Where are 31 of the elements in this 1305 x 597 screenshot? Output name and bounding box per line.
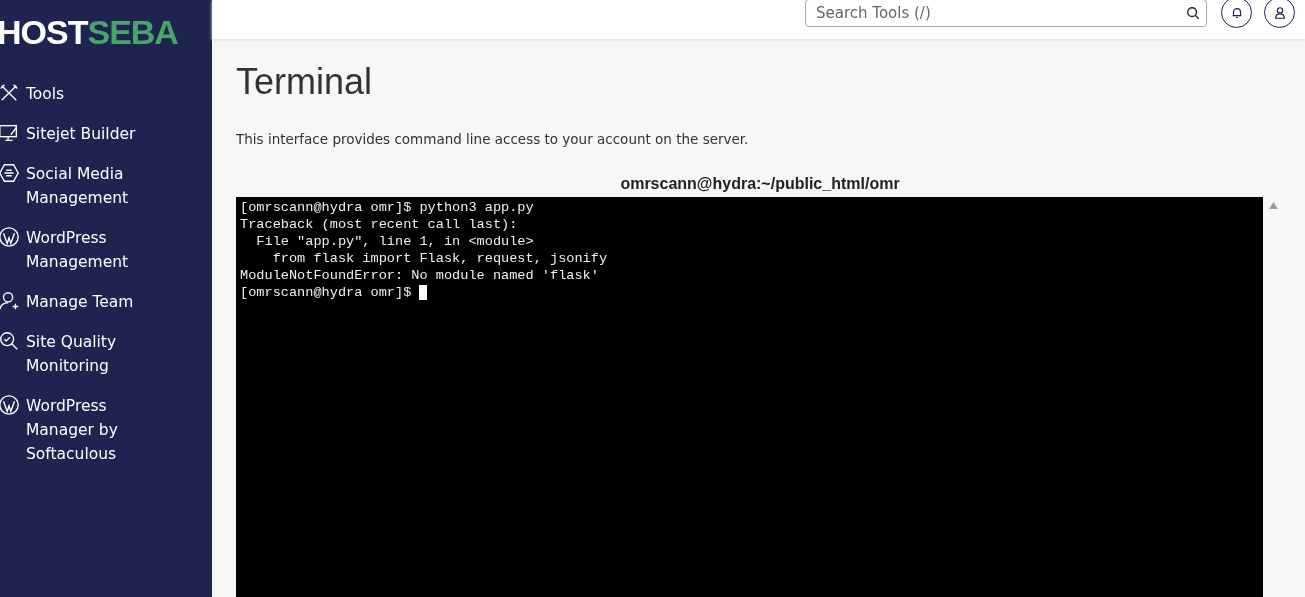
- cursor: [419, 285, 428, 300]
- terminal-line: [omrscann@hydra omr]$ python3 app.py: [240, 199, 535, 216]
- sidebar-item[interactable]: Manage Team: [0, 290, 212, 330]
- magnifier-check-icon: [0, 330, 20, 352]
- terminal-prompt: [omrscann@hydra omr]$: [240, 284, 413, 301]
- sidebar-item[interactable]: Social Media Management: [0, 162, 212, 226]
- sidebar-item[interactable]: Tools: [0, 82, 212, 122]
- page-description: This interface provides command line access to your account on the server.: [236, 131, 750, 147]
- sidebar-item[interactable]: WordPress Manager by Softaculous: [0, 394, 212, 482]
- monitor-icon: [0, 122, 20, 144]
- sidebar-item[interactable]: Site Quality Monitoring: [0, 330, 212, 394]
- terminal-line: Traceback (most recent call last):: [240, 216, 519, 233]
- wordpress-icon: [0, 226, 20, 248]
- user-icon: [1272, 5, 1287, 20]
- search-input[interactable]: Search Tools (/): [814, 2, 1186, 23]
- page-title: Terminal: [236, 61, 374, 103]
- user-add-icon: [0, 290, 20, 312]
- terminal-line: ModuleNotFoundError: No module named 'flask': [240, 267, 600, 284]
- scroll-up-icon[interactable]: [1269, 202, 1278, 209]
- search-icon[interactable]: [1186, 5, 1200, 20]
- logo[interactable]: HOSTSEBA: [0, 12, 212, 52]
- sidebar-item[interactable]: WordPress Management: [0, 226, 212, 290]
- hexagon-icon: [0, 162, 20, 184]
- terminal-line: File "app.py", line 1, in <module>: [255, 233, 535, 250]
- terminal-line: from flask import Flask, request, jsonify: [271, 250, 609, 267]
- wordpress-icon: [0, 394, 20, 416]
- terminal-title: omrscann@hydra:~/public_html/omr: [619, 175, 901, 193]
- search-field[interactable]: Search Tools (/): [805, 0, 1207, 27]
- notifications-button[interactable]: [1221, 0, 1252, 28]
- user-button[interactable]: [1264, 0, 1295, 28]
- sidebar-item[interactable]: Sitejet Builder: [0, 122, 212, 162]
